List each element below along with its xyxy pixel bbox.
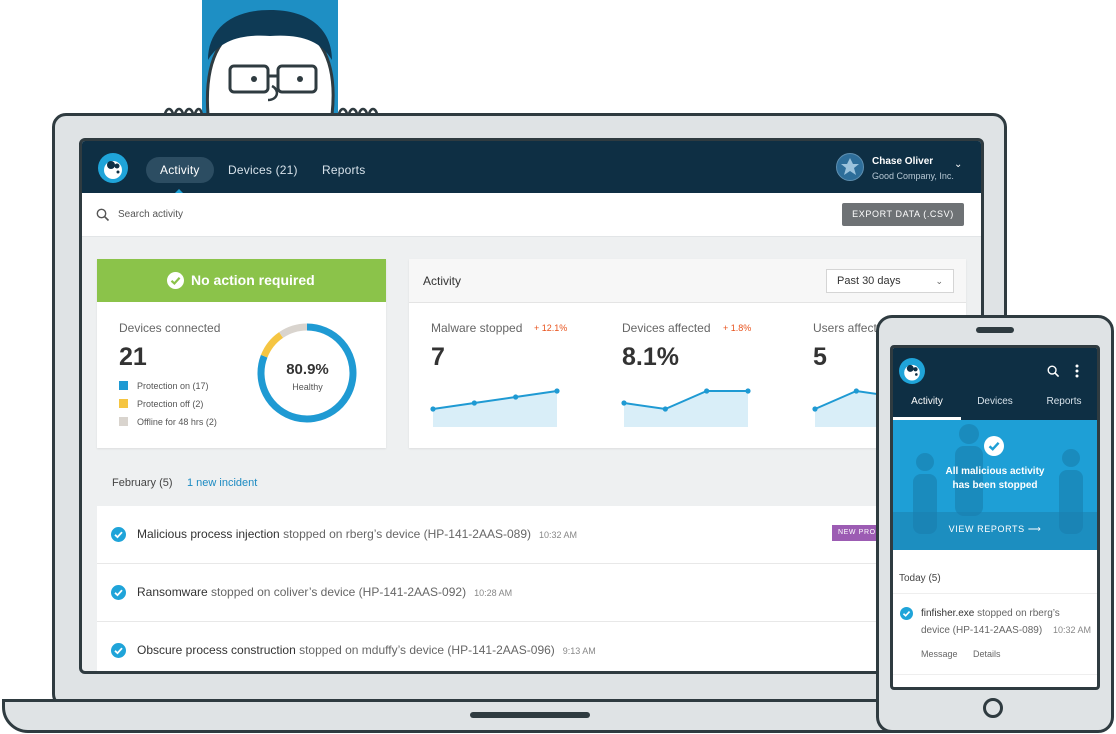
- legend-swatch-gray: [119, 417, 128, 426]
- view-reports-button[interactable]: VIEW REPORTS ⟶: [893, 524, 1097, 535]
- sparkline-area: [624, 391, 748, 427]
- sparkline-point: [513, 394, 519, 400]
- status-text: No action required: [191, 272, 315, 288]
- incident-row[interactable]: Malicious process injection stopped on r…: [97, 506, 981, 564]
- donut-value: 80.9%: [286, 361, 329, 378]
- mobile-tab-reports[interactable]: Reports: [1031, 396, 1097, 407]
- month-label: February (5): [112, 477, 173, 489]
- mobile-app-window: Activity Devices Reports All malicious a…: [890, 345, 1100, 690]
- user-name[interactable]: Chase Oliver: [872, 156, 933, 167]
- export-data-button[interactable]: EXPORT DATA (.CSV): [842, 203, 964, 226]
- laptop-notch: [470, 712, 590, 718]
- mobile-today-label: Today (5): [899, 573, 941, 584]
- phone-home-button[interactable]: [983, 698, 1003, 718]
- incident-text: Ransomware stopped on coliver’s device (…: [137, 585, 513, 599]
- mobile-top-bar: Activity Devices Reports: [893, 348, 1097, 420]
- incident-text: Obscure process construction stopped on …: [137, 643, 596, 657]
- search-icon: [96, 208, 110, 222]
- user-avatar[interactable]: [836, 153, 864, 181]
- mobile-hero-banner: All malicious activity has been stopped …: [893, 420, 1097, 550]
- legend-swatch-yellow: [119, 399, 128, 408]
- metric-malware-change: + 12.1%: [534, 323, 568, 333]
- search-icon[interactable]: [1047, 365, 1060, 378]
- sparkline-point: [554, 388, 560, 394]
- check-circle-icon: [167, 272, 184, 289]
- activity-header: Activity Past 30 days ⌄: [409, 259, 966, 303]
- sparkline-point: [430, 406, 436, 412]
- check-circle-icon: [111, 585, 126, 600]
- more-vertical-icon[interactable]: [1075, 364, 1079, 378]
- donut-segment: [260, 332, 284, 358]
- activity-title: Activity: [423, 274, 462, 288]
- legend-offline: Offline for 48 hrs (2): [119, 417, 217, 427]
- date-range-select[interactable]: Past 30 days ⌄: [826, 269, 954, 293]
- metric-devices-label: Devices affected: [622, 321, 711, 335]
- mobile-list-item[interactable]: finfisher.exe stopped on rberg’s device …: [893, 593, 1097, 675]
- check-circle-icon: [111, 527, 126, 542]
- legend-protection-off: Protection off (2): [119, 399, 203, 409]
- app-logo-icon[interactable]: [98, 153, 128, 183]
- tab-reports[interactable]: Reports: [308, 157, 379, 183]
- sparkline-point: [662, 406, 668, 412]
- incident-text: Malicious process injection stopped on r…: [137, 527, 578, 541]
- devices-connected-count: 21: [119, 343, 147, 371]
- chevron-down-icon: ⌄: [935, 276, 943, 286]
- mascot-illustration: [162, 0, 380, 119]
- app-logo-icon[interactable]: [899, 358, 925, 384]
- sparkline-point: [704, 388, 710, 394]
- metric-devices-change: + 1.8%: [723, 323, 752, 333]
- incident-time: 10:32 AM: [538, 530, 578, 540]
- user-company: Good Company, Inc.: [872, 171, 954, 181]
- incident-time: 10:28 AM: [474, 588, 513, 598]
- top-nav: Activity Devices (21) Reports Chase Oliv…: [82, 141, 981, 194]
- sparkline-malware: [430, 388, 560, 427]
- check-circle-icon: [900, 607, 913, 620]
- chevron-down-icon[interactable]: ⌄: [954, 159, 962, 170]
- sparkline-devices: [621, 388, 751, 427]
- device-status-card: No action required Devices connected 21 …: [97, 259, 386, 448]
- incident-row[interactable]: Ransomware stopped on coliver’s device (…: [97, 564, 981, 622]
- metric-devices-value: 8.1%: [622, 343, 679, 371]
- message-action[interactable]: Message: [921, 649, 958, 659]
- phone-speaker: [976, 327, 1014, 333]
- check-circle-icon: [111, 643, 126, 658]
- devices-connected-label: Devices connected: [119, 321, 221, 335]
- incident-time: 9:13 AM: [562, 646, 596, 656]
- mobile-tab-devices[interactable]: Devices: [962, 396, 1028, 407]
- metric-malware-value: 7: [431, 343, 445, 371]
- check-circle-icon: [984, 436, 1004, 456]
- mobile-tab-activity[interactable]: Activity: [894, 396, 960, 407]
- status-banner: No action required: [97, 259, 386, 302]
- tab-devices[interactable]: Devices (21): [214, 157, 312, 183]
- desktop-app-window: Activity Devices (21) Reports Chase Oliv…: [79, 138, 984, 674]
- details-action[interactable]: Details: [973, 649, 1001, 659]
- new-incident-link[interactable]: 1 new incident: [187, 477, 257, 489]
- mobile-hero-message: All malicious activity has been stopped: [945, 466, 1045, 491]
- sparkline-point: [745, 388, 751, 394]
- search-input[interactable]: Search activity: [118, 209, 183, 220]
- search-bar: Search activity EXPORT DATA (.CSV): [82, 193, 981, 237]
- tab-activity[interactable]: Activity: [146, 157, 214, 183]
- incident-row[interactable]: Obscure process construction stopped on …: [97, 622, 981, 671]
- donut-segment: [279, 323, 308, 338]
- sparkline-point: [812, 406, 818, 412]
- arrow-right-icon: ⟶: [1027, 524, 1042, 534]
- sparkline-area: [433, 391, 557, 427]
- mobile-item-text: finfisher.exe stopped on rberg’s device …: [921, 608, 1091, 636]
- metric-users-value: 5: [813, 343, 827, 371]
- metric-malware-label: Malware stopped: [431, 321, 523, 335]
- sparkline-point: [471, 400, 477, 406]
- sparkline-point: [853, 388, 859, 394]
- legend-protection-on: Protection on (17): [119, 381, 209, 391]
- sparkline-point: [621, 400, 627, 406]
- donut-label: Healthy: [292, 382, 323, 392]
- legend-swatch-blue: [119, 381, 128, 390]
